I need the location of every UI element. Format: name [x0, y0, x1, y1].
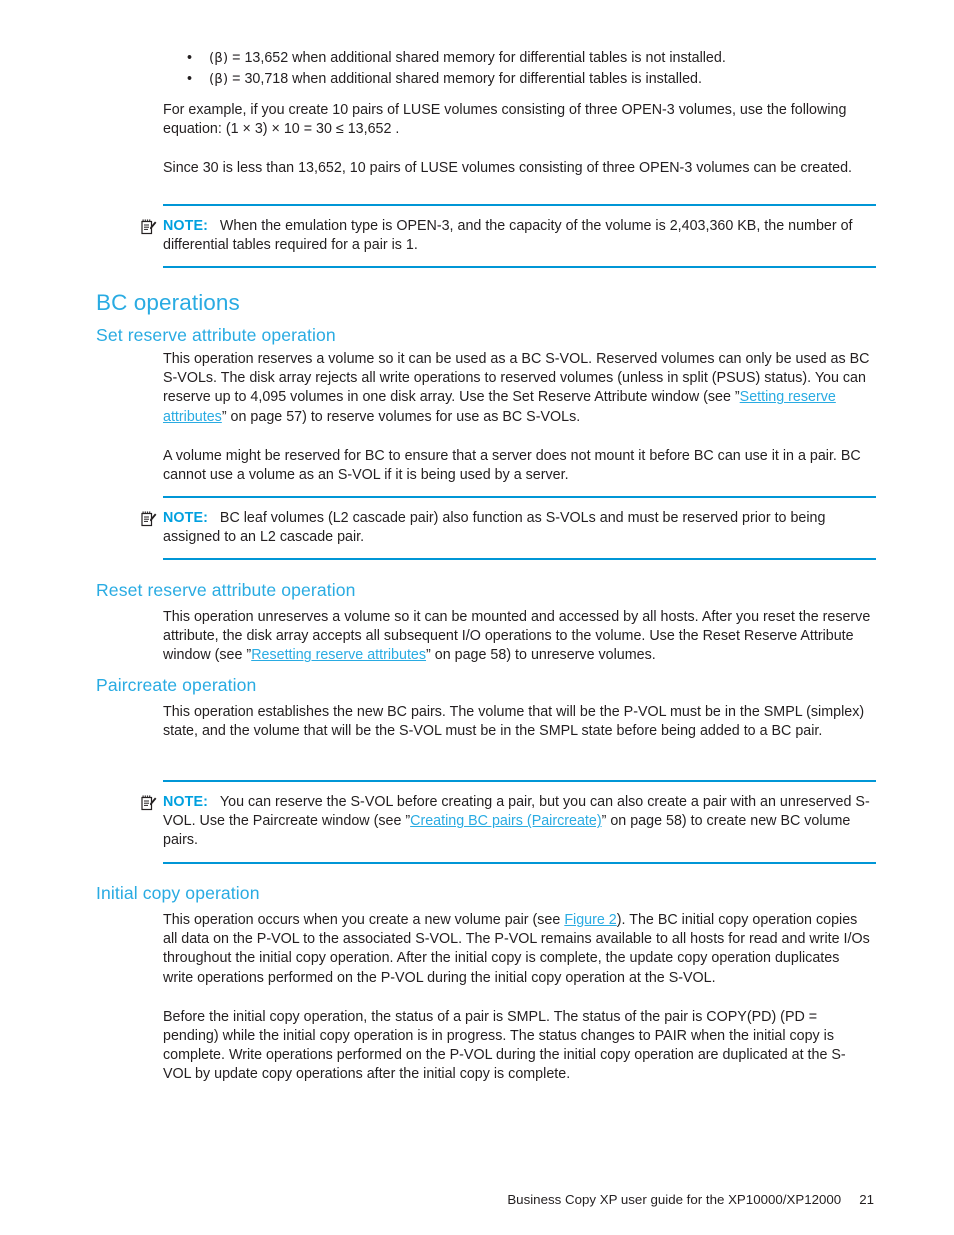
bullet-text: = 30,718 when additional shared memory f…: [228, 71, 702, 87]
note-body: NOTE: You can reserve the S-VOL before c…: [141, 782, 876, 862]
note-pencil-icon: [141, 511, 157, 527]
note-label: NOTE:: [163, 510, 208, 526]
note-bottom-rule: [163, 861, 876, 864]
set-reserve-paragraph-1: This operation reserves a volume so it c…: [163, 350, 873, 427]
bullet-greek-symbol: (β): [209, 71, 229, 87]
example-paragraph-block: For example, if you create 10 pairs of L…: [163, 101, 873, 192]
note-content: When the emulation type is OPEN-3, and t…: [163, 218, 853, 254]
paragraph-text-after-link: ” on page 58) to unreserve volumes.: [426, 647, 656, 664]
bullet-list: • (β) = 13,652 when additional shared mem…: [163, 48, 873, 90]
footer-page-number: 21: [859, 1192, 874, 1207]
note-block-paircreate: NOTE: You can reserve the S-VOL before c…: [141, 780, 876, 864]
note-content: BC leaf volumes (L2 cascade pair) also f…: [163, 510, 826, 546]
note-bottom-rule: [163, 558, 876, 561]
example-paragraph: For example, if you create 10 pairs of L…: [163, 101, 873, 139]
note-text: NOTE: You can reserve the S-VOL before c…: [163, 793, 876, 851]
footer-inner: Business Copy XP user guide for the XP10…: [507, 1192, 874, 1207]
equation-text: (1 × 3) × 10 = 30 ≤ 13,652 .: [225, 121, 400, 138]
note-body: NOTE: BC leaf volumes (L2 cascade pair) …: [141, 498, 876, 558]
reset-reserve-body: This operation unreserves a volume so it…: [163, 608, 873, 679]
section-heading-initial-copy: Initial copy operation: [96, 883, 260, 903]
footer-guide-title: Business Copy XP user guide for the XP10…: [507, 1192, 842, 1207]
note-pencil-icon: [141, 795, 157, 811]
note-label: NOTE:: [163, 794, 208, 810]
bullet-dot-icon: •: [187, 50, 193, 66]
paragraph-text-before-link: This operation occurs when you create a …: [163, 912, 565, 928]
link-creating-bc-pairs[interactable]: Creating BC pairs (Paircreate): [410, 813, 602, 829]
reset-reserve-paragraph-1: This operation unreserves a volume so it…: [163, 608, 873, 666]
note-pencil-icon: [141, 219, 157, 235]
bullet-text: = 13,652 when additional shared memory f…: [228, 50, 726, 66]
section-heading-reset-reserve: Reset reserve attribute operation: [96, 580, 356, 600]
paircreate-body: This operation establishes the new BC pa…: [163, 703, 873, 754]
section-heading-paircreate: Paircreate operation: [96, 675, 257, 695]
document-page: • (β) = 13,652 when additional shared mem…: [0, 0, 954, 1235]
note-block-emulation-type: NOTE: When the emulation type is OPEN-3,…: [141, 204, 876, 269]
note-block-leaf-volumes: NOTE: BC leaf volumes (L2 cascade pair) …: [141, 496, 876, 561]
set-reserve-body: This operation reserves a volume so it c…: [163, 350, 873, 498]
since-paragraph: Since 30 is less than 13,652, 10 pairs o…: [163, 160, 853, 177]
list-item: • (β) = 13,652 when additional shared mem…: [163, 48, 873, 69]
page-title-bc-operations: BC operations: [96, 290, 240, 315]
note-body: NOTE: When the emulation type is OPEN-3,…: [141, 206, 876, 266]
section-heading-set-reserve: Set reserve attribute operation: [96, 325, 336, 345]
page-footer: Business Copy XP user guide for the XP10…: [0, 1175, 954, 1235]
bullet-greek-symbol: (β): [209, 50, 229, 66]
note-text: NOTE: When the emulation type is OPEN-3,…: [163, 217, 876, 255]
initial-copy-paragraph-1: This operation occurs when you create a …: [163, 911, 873, 988]
bullet-list-shared-memory: • (β) = 13,652 when additional shared mem…: [163, 48, 873, 90]
initial-copy-body: This operation occurs when you create a …: [163, 911, 873, 1098]
paragraph-text-after-link: ” on page 57) to reserve volumes for use…: [221, 408, 581, 425]
note-label: NOTE:: [163, 218, 208, 234]
paircreate-paragraph-1: This operation establishes the new BC pa…: [163, 704, 865, 740]
set-reserve-paragraph-2: A volume might be reserved for BC to ens…: [163, 447, 861, 484]
link-figure-2[interactable]: Figure 2: [564, 912, 616, 928]
link-resetting-reserve-attributes[interactable]: Resetting reserve attributes: [251, 647, 426, 663]
initial-copy-paragraph-2: Before the initial copy operation, the s…: [163, 1008, 846, 1083]
note-text: NOTE: BC leaf volumes (L2 cascade pair) …: [163, 509, 876, 547]
note-bottom-rule: [163, 266, 876, 269]
list-item: • (β) = 30,718 when additional shared mem…: [163, 69, 873, 90]
bullet-dot-icon: •: [187, 71, 193, 87]
